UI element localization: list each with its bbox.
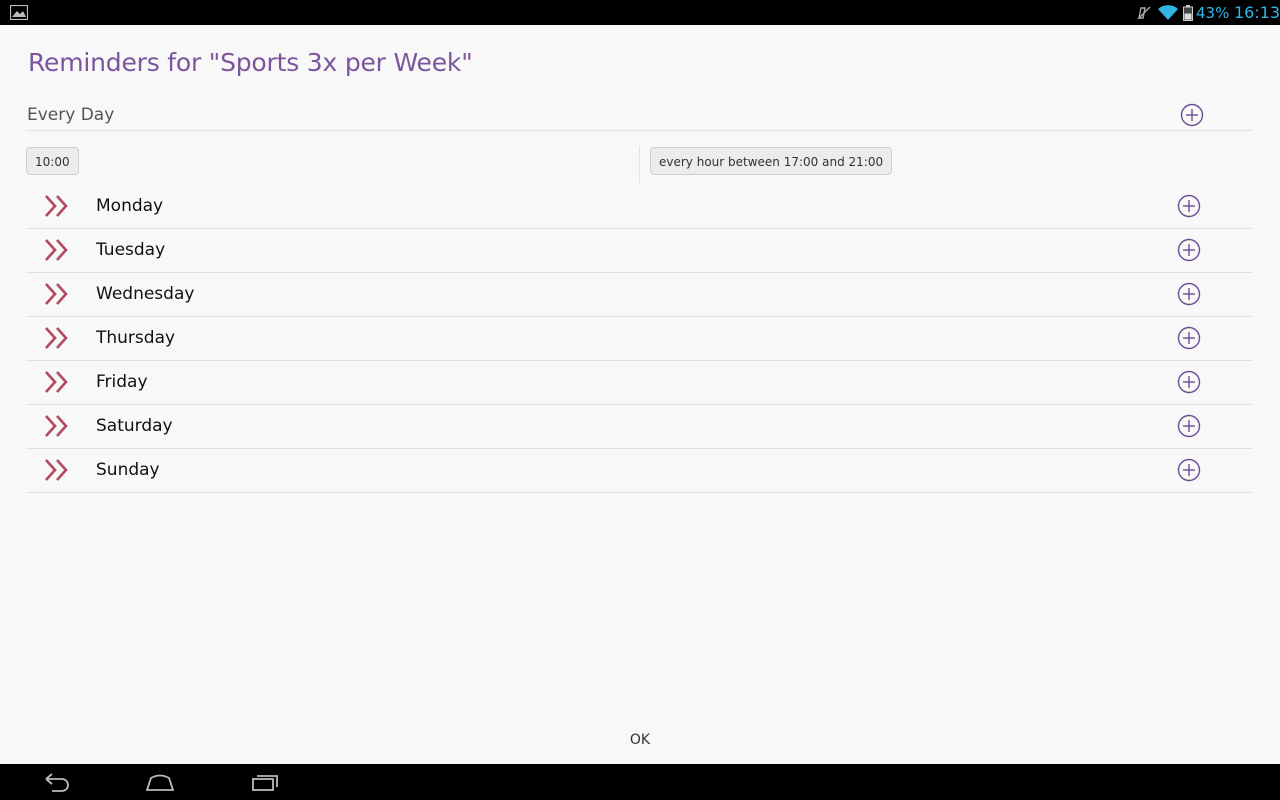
day-row-tuesday: Tuesday <box>26 229 1252 273</box>
add-every-day-reminder-button[interactable] <box>1180 103 1204 127</box>
double-chevron-right-icon[interactable] <box>44 326 70 350</box>
reminder-divider <box>639 146 640 183</box>
day-label: Monday <box>96 196 164 216</box>
double-chevron-right-icon[interactable] <box>44 458 70 482</box>
double-chevron-right-icon[interactable] <box>44 194 70 218</box>
day-label: Saturday <box>96 416 173 436</box>
double-chevron-right-icon[interactable] <box>44 370 70 394</box>
add-tuesday-reminder-button[interactable] <box>1177 238 1201 262</box>
plus-circle-icon <box>1177 458 1201 482</box>
back-icon[interactable] <box>42 772 70 792</box>
home-icon[interactable] <box>145 772 175 792</box>
recents-icon[interactable] <box>251 772 279 792</box>
dialog-title: Reminders for "Sports 3x per Week" <box>28 48 473 77</box>
day-row-wednesday: Wednesday <box>26 273 1252 317</box>
day-row-thursday: Thursday <box>26 317 1252 361</box>
clock: 16:13 <box>1234 3 1280 22</box>
reminder-chip-interval[interactable]: every hour between 17:00 and 21:00 <box>650 147 893 175</box>
plus-circle-icon <box>1177 414 1201 438</box>
add-monday-reminder-button[interactable] <box>1177 194 1201 218</box>
double-chevron-right-icon[interactable] <box>44 414 70 438</box>
day-label: Friday <box>96 372 148 392</box>
day-row-friday: Friday <box>26 361 1252 405</box>
plus-circle-icon <box>1177 370 1201 394</box>
status-bar: 43% 16:13 <box>0 0 1280 25</box>
every-day-row: Every Day <box>26 100 1252 131</box>
day-row-monday: Monday <box>26 185 1252 229</box>
day-row-sunday: Sunday <box>26 449 1252 493</box>
battery-percent: 43% <box>1196 4 1230 22</box>
day-label: Thursday <box>96 328 176 348</box>
double-chevron-right-icon[interactable] <box>44 282 70 306</box>
wifi-icon <box>1158 5 1178 20</box>
ok-button[interactable]: OK <box>600 725 680 755</box>
plus-circle-icon <box>1180 103 1204 127</box>
muted-icon <box>1137 6 1151 20</box>
double-chevron-right-icon[interactable] <box>44 238 70 262</box>
navigation-bar <box>0 764 1280 800</box>
add-sunday-reminder-button[interactable] <box>1177 458 1201 482</box>
day-label: Sunday <box>96 460 160 480</box>
day-row-saturday: Saturday <box>26 405 1252 449</box>
add-saturday-reminder-button[interactable] <box>1177 414 1201 438</box>
battery-icon <box>1183 5 1193 21</box>
add-friday-reminder-button[interactable] <box>1177 370 1201 394</box>
reminder-chip-time[interactable]: 10:00 <box>26 147 79 175</box>
add-thursday-reminder-button[interactable] <box>1177 326 1201 350</box>
every-day-label: Every Day <box>27 105 115 125</box>
plus-circle-icon <box>1177 326 1201 350</box>
plus-circle-icon <box>1177 238 1201 262</box>
plus-circle-icon <box>1177 282 1201 306</box>
day-label: Wednesday <box>96 284 195 304</box>
gallery-notification-icon <box>10 5 28 20</box>
day-label: Tuesday <box>96 240 166 260</box>
add-wednesday-reminder-button[interactable] <box>1177 282 1201 306</box>
plus-circle-icon <box>1177 194 1201 218</box>
